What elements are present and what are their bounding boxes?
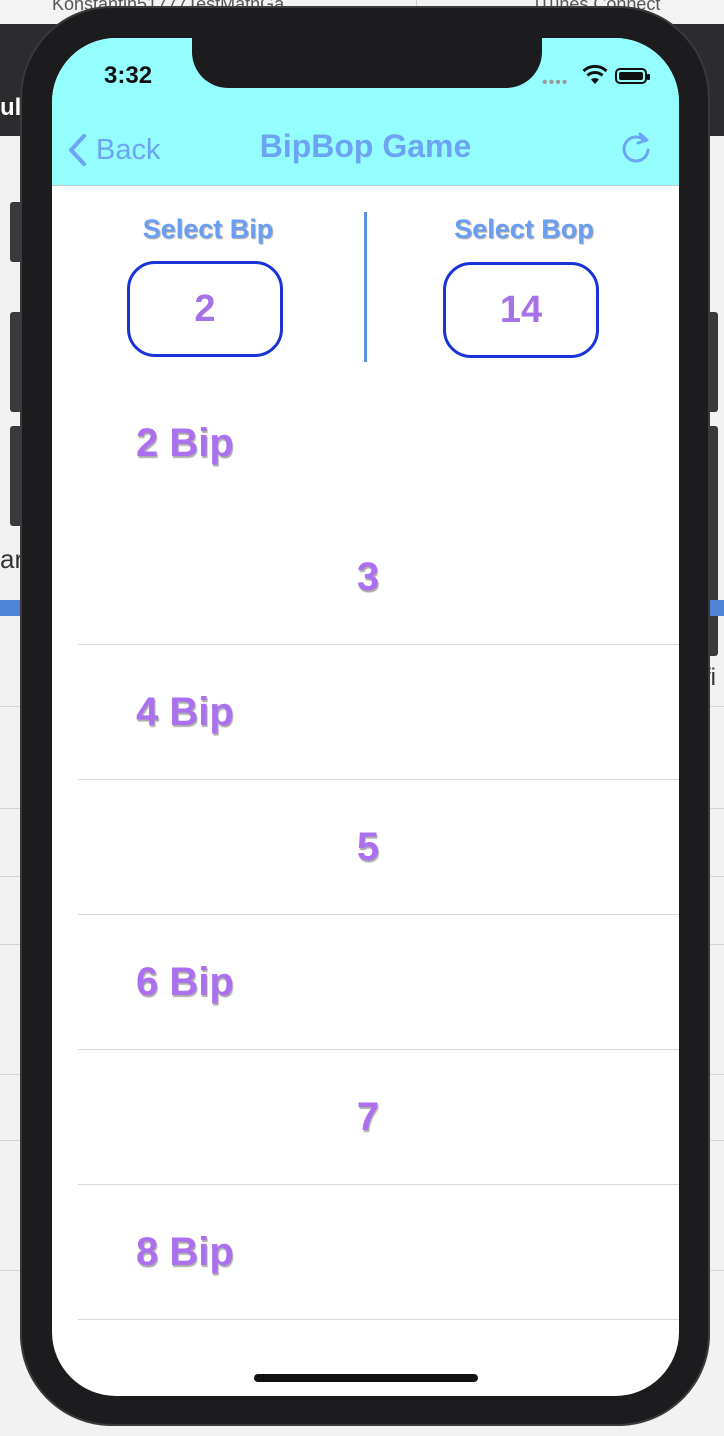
- status-time: 3:32: [104, 62, 153, 89]
- home-indicator[interactable]: [254, 1374, 478, 1382]
- page-title: BipBop Game: [259, 128, 472, 164]
- notch: [192, 38, 542, 88]
- bip-picker[interactable]: 2: [127, 261, 283, 357]
- select-bop-label: Select Bop: [454, 214, 594, 244]
- cellular-signal-icon: ••••: [542, 74, 569, 91]
- list-item[interactable]: 5: [78, 780, 679, 915]
- phone-screen: 3:32 •••• Back BipBop Game Select Bip 2 …: [52, 38, 679, 1396]
- refresh-icon[interactable]: [618, 128, 654, 166]
- navigation-header: 3:32 •••• Back BipBop Game: [52, 38, 679, 185]
- bop-picker[interactable]: 14: [443, 262, 599, 358]
- list-item-label: 7: [356, 1094, 380, 1139]
- select-bip-label: Select Bip: [142, 214, 274, 244]
- list-item[interactable]: 8 Bip: [78, 1185, 679, 1320]
- list-item[interactable]: 7: [78, 1050, 679, 1185]
- list-item[interactable]: 6 Bip: [78, 915, 679, 1050]
- list-item[interactable]: [78, 1320, 679, 1396]
- list-item-label: [78, 1320, 658, 1396]
- results-list: 2 Bip 3 4 Bip 5 6 Bip 7 8 Bip: [52, 376, 679, 1396]
- wifi-icon: [582, 64, 608, 84]
- list-item-label: 3: [356, 554, 380, 599]
- selector-divider: [364, 212, 367, 362]
- background-toolbar-text: ul: [0, 94, 22, 121]
- list-item-label: 2 Bip: [136, 420, 234, 465]
- nav-divider: [52, 185, 679, 186]
- battery-icon: [615, 68, 650, 84]
- list-item[interactable]: 3: [78, 510, 679, 645]
- list-item-label: 5: [356, 824, 380, 869]
- list-item-label: 8 Bip: [136, 1229, 234, 1274]
- list-item[interactable]: 4 Bip: [78, 645, 679, 780]
- list-item-label: 6 Bip: [136, 959, 234, 1004]
- list-item-label: 4 Bip: [136, 689, 234, 734]
- list-item[interactable]: 2 Bip: [78, 376, 679, 510]
